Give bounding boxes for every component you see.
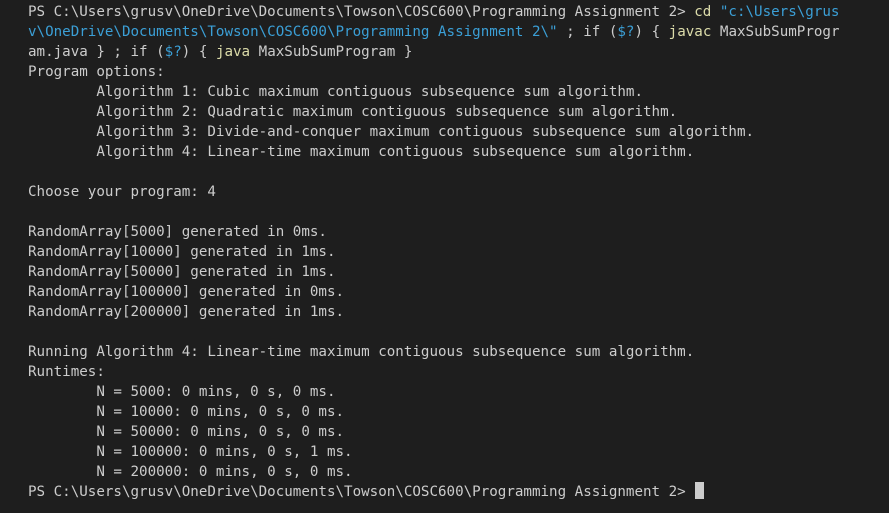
output-line: Program options: bbox=[28, 64, 165, 80]
cursor-block bbox=[695, 482, 705, 499]
prompt-text: PS C:\Users\grusv\OneDrive\Documents\Tow… bbox=[28, 4, 695, 20]
class-name: MaxSubSumProgram bbox=[250, 44, 396, 60]
output-line: N = 100000: 0 mins, 0 s, 1 ms. bbox=[28, 444, 353, 460]
output-line: Algorithm 3: Divide-and-conquer maximum … bbox=[28, 124, 755, 140]
path-string-part2: v\OneDrive\Documents\Towson\COSC600\Prog… bbox=[28, 24, 558, 40]
output-line: RandomArray[200000] generated in 1ms. bbox=[28, 304, 345, 320]
output-line: Algorithm 4: Linear-time maximum contigu… bbox=[28, 144, 695, 160]
output-line: N = 10000: 0 mins, 0 s, 0 ms. bbox=[28, 404, 345, 420]
command-separator: ) { bbox=[181, 44, 216, 60]
command-line-2: v\OneDrive\Documents\Towson\COSC600\Prog… bbox=[28, 22, 889, 42]
command-line-3: am.java } ; if ($?) { java MaxSubSumProg… bbox=[28, 42, 889, 62]
javac-command: javac bbox=[668, 24, 712, 40]
exit-status-var: $? bbox=[164, 44, 182, 60]
command-separator: } bbox=[395, 44, 413, 60]
output-line: RandomArray[10000] generated in 1ms. bbox=[28, 244, 336, 260]
terminal-panel[interactable]: PS C:\Users\grusv\OneDrive\Documents\Tow… bbox=[0, 2, 889, 513]
output-line: N = 200000: 0 mins, 0 s, 0 ms. bbox=[28, 464, 353, 480]
cd-command: cd bbox=[694, 4, 712, 20]
command-separator: ; if ( bbox=[557, 24, 618, 40]
output-line: Choose your program: 4 bbox=[28, 184, 216, 200]
command-separator: } ; if ( bbox=[87, 44, 165, 60]
output-line: Algorithm 1: Cubic maximum contiguous su… bbox=[28, 84, 643, 100]
exit-status-var: $? bbox=[617, 24, 635, 40]
path-string-part1: "c:\Users\grus bbox=[719, 4, 840, 20]
output-line: N = 50000: 0 mins, 0 s, 0 ms. bbox=[28, 424, 345, 440]
java-command: java bbox=[215, 44, 251, 60]
final-prompt-line[interactable]: PS C:\Users\grusv\OneDrive\Documents\Tow… bbox=[28, 482, 889, 502]
output-line: RandomArray[5000] generated in 0ms. bbox=[28, 224, 327, 240]
output-line: Algorithm 2: Quadratic maximum contiguou… bbox=[28, 104, 678, 120]
source-file-part2: am.java bbox=[28, 44, 88, 60]
output-line: Running Algorithm 4: Linear-time maximum… bbox=[28, 344, 695, 360]
output-line: N = 5000: 0 mins, 0 s, 0 ms. bbox=[28, 384, 336, 400]
output-line: RandomArray[100000] generated in 0ms. bbox=[28, 284, 345, 300]
command-line-1: PS C:\Users\grusv\OneDrive\Documents\Tow… bbox=[28, 2, 889, 22]
output-line: RandomArray[50000] generated in 1ms. bbox=[28, 264, 336, 280]
output-line: Runtimes: bbox=[28, 364, 105, 380]
source-file-part1: MaxSubSumProgr bbox=[711, 24, 840, 40]
command-separator: ) { bbox=[634, 24, 669, 40]
final-prompt-text: PS C:\Users\grusv\OneDrive\Documents\Tow… bbox=[28, 484, 695, 500]
